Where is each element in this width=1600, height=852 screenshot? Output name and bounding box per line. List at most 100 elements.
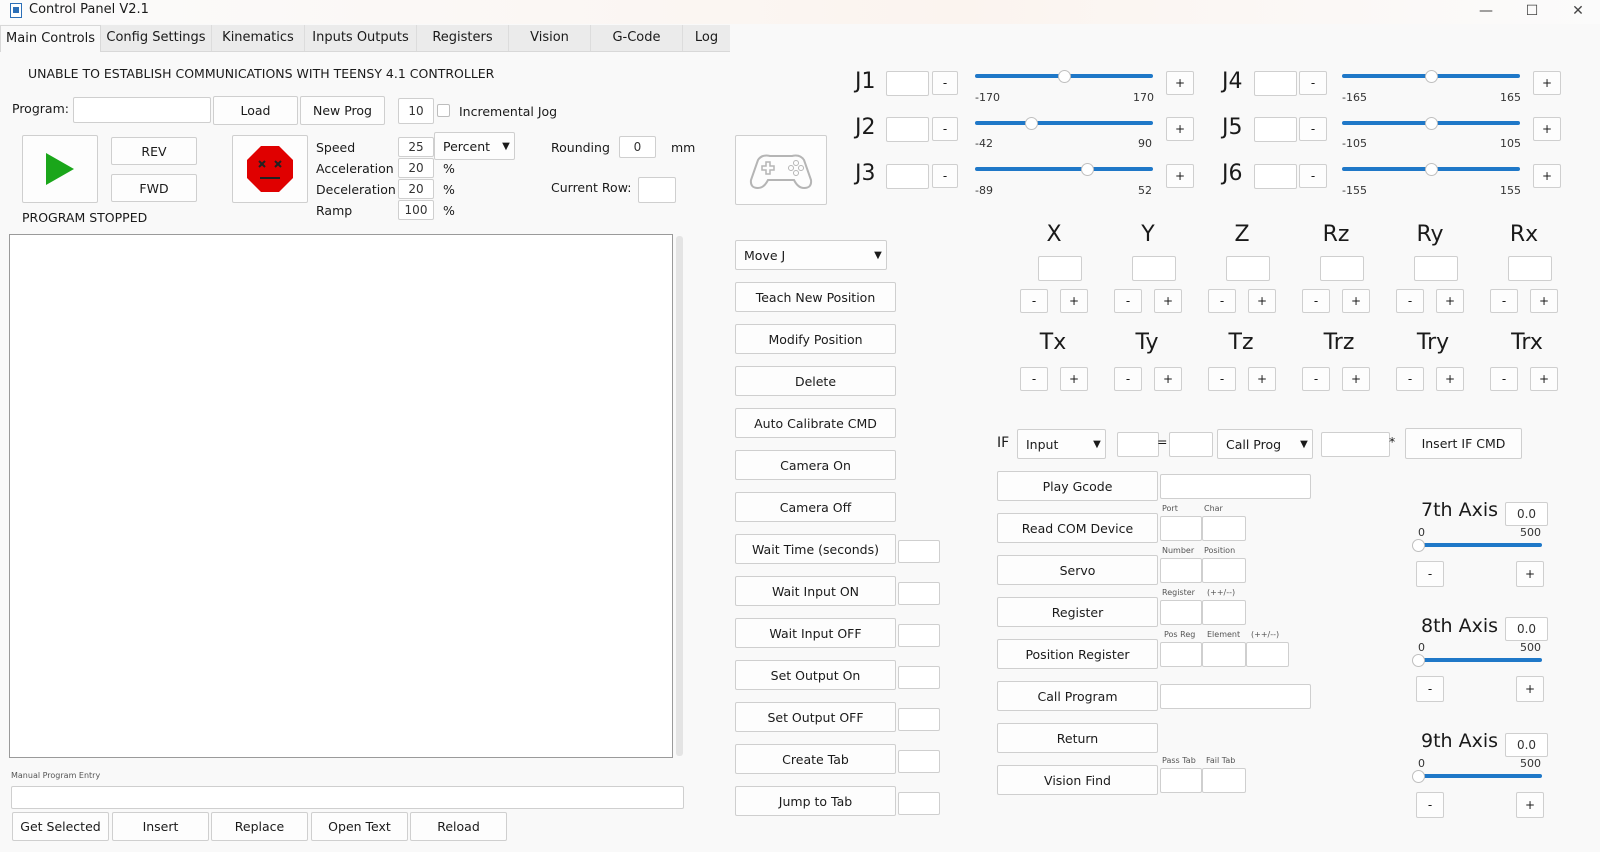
try-plus-button[interactable]: + — [1436, 367, 1464, 391]
program-scrollbar[interactable] — [676, 236, 683, 756]
axis9-plus-button[interactable]: + — [1516, 792, 1544, 818]
camera-off-button[interactable]: Camera Off — [735, 492, 896, 522]
axis7-value-input[interactable]: 0.0 — [1505, 502, 1548, 526]
x-plus-button[interactable]: + — [1060, 289, 1088, 313]
j4-angle-input[interactable] — [1254, 71, 1297, 96]
modify-position-button[interactable]: Modify Position — [735, 324, 896, 354]
j3-minus-button[interactable]: - — [932, 164, 958, 188]
axis7-minus-button[interactable]: - — [1416, 561, 1444, 587]
j4-slider-thumb[interactable] — [1424, 70, 1438, 83]
gamepad-button[interactable] — [735, 135, 827, 205]
axis7-slider[interactable] — [1418, 543, 1542, 547]
position-register-button[interactable]: Position Register — [997, 639, 1158, 669]
read-com-char-input[interactable] — [1202, 516, 1246, 541]
incremental-jog-checkbox[interactable] — [437, 104, 450, 117]
tz-plus-button[interactable]: + — [1248, 367, 1276, 391]
current-row-input[interactable] — [638, 177, 676, 203]
camera-on-button[interactable]: Camera On — [735, 450, 896, 480]
j4-plus-button[interactable]: + — [1533, 71, 1561, 95]
set-output-off-button[interactable]: Set Output OFF — [735, 702, 896, 732]
axis8-minus-button[interactable]: - — [1416, 676, 1444, 702]
register-number-input[interactable] — [1160, 600, 1202, 625]
j1-plus-button[interactable]: + — [1166, 71, 1194, 95]
tab-kinematics[interactable]: Kinematics — [212, 25, 305, 51]
servo-number-input[interactable] — [1160, 558, 1202, 583]
servo-button[interactable]: Servo — [997, 555, 1158, 585]
z-minus-button[interactable]: - — [1208, 289, 1236, 313]
ty-minus-button[interactable]: - — [1114, 367, 1142, 391]
replace-button[interactable]: Replace — [211, 812, 308, 841]
if-input-number[interactable] — [1117, 432, 1159, 457]
axis9-value-input[interactable]: 0.0 — [1505, 733, 1548, 757]
play-gcode-input[interactable] — [1160, 474, 1311, 499]
get-selected-button[interactable]: Get Selected — [12, 812, 109, 841]
j6-angle-input[interactable] — [1254, 164, 1297, 189]
j3-angle-input[interactable] — [886, 164, 929, 189]
j2-angle-input[interactable] — [886, 117, 929, 142]
insert-if-cmd-button[interactable]: Insert IF CMD — [1405, 428, 1522, 459]
j2-plus-button[interactable]: + — [1166, 117, 1194, 141]
manual-entry-input[interactable] — [11, 786, 684, 809]
j3-plus-button[interactable]: + — [1166, 164, 1194, 188]
insert-button[interactable]: Insert — [112, 812, 209, 841]
wait-input-on-field[interactable] — [898, 582, 940, 605]
if-target-input[interactable] — [1321, 432, 1390, 457]
create-tab-button[interactable]: Create Tab — [735, 744, 896, 774]
j1-slider-thumb[interactable] — [1057, 70, 1071, 83]
call-program-button[interactable]: Call Program — [997, 681, 1158, 711]
load-button[interactable]: Load — [213, 96, 298, 125]
axis8-plus-button[interactable]: + — [1516, 676, 1544, 702]
rz-minus-button[interactable]: - — [1302, 289, 1330, 313]
j6-minus-button[interactable]: - — [1299, 164, 1327, 188]
play-button[interactable] — [22, 135, 98, 203]
wait-input-on-button[interactable]: Wait Input ON — [735, 576, 896, 606]
pos-reg-element-input[interactable] — [1202, 642, 1246, 667]
j2-minus-button[interactable]: - — [932, 117, 958, 141]
axis9-minus-button[interactable]: - — [1416, 792, 1444, 818]
speed-unit-select[interactable]: Percent ▼ — [434, 132, 515, 160]
tab-config-settings[interactable]: Config Settings — [101, 25, 212, 51]
if-source-select[interactable]: Input ▼ — [1017, 429, 1106, 459]
rz-plus-button[interactable]: + — [1342, 289, 1370, 313]
teach-new-position-button[interactable]: Teach New Position — [735, 282, 896, 312]
wait-input-off-field[interactable] — [898, 624, 940, 647]
tab-log[interactable]: Log — [683, 25, 730, 51]
ramp-input[interactable]: 100 — [398, 200, 434, 220]
rounding-input[interactable]: 0 — [619, 136, 656, 158]
acceleration-input[interactable]: 20 — [398, 158, 434, 178]
fwd-button[interactable]: FWD — [111, 174, 197, 202]
axis7-plus-button[interactable]: + — [1516, 561, 1544, 587]
axis7-slider-thumb[interactable] — [1411, 539, 1425, 552]
j5-plus-button[interactable]: + — [1533, 117, 1561, 141]
stop-button[interactable] — [232, 135, 308, 203]
deceleration-input[interactable]: 20 — [398, 179, 434, 199]
wait-time-input[interactable] — [898, 540, 940, 563]
program-input[interactable] — [73, 97, 211, 123]
register-button[interactable]: Register — [997, 597, 1158, 627]
jog-increment-input[interactable]: 10 — [398, 98, 434, 124]
y-value-input[interactable] — [1132, 256, 1176, 281]
j2-slider-thumb[interactable] — [1025, 117, 1039, 130]
delete-button[interactable]: Delete — [735, 366, 896, 396]
create-tab-field[interactable] — [898, 750, 940, 773]
set-output-on-button[interactable]: Set Output On — [735, 660, 896, 690]
tab-inputs-outputs[interactable]: Inputs Outputs — [305, 25, 417, 51]
return-button[interactable]: Return — [997, 723, 1158, 753]
try-minus-button[interactable]: - — [1396, 367, 1424, 391]
trz-minus-button[interactable]: - — [1302, 367, 1330, 391]
axis8-slider-thumb[interactable] — [1411, 654, 1425, 667]
tab-g-code[interactable]: G-Code — [591, 25, 683, 51]
rz-value-input[interactable] — [1320, 256, 1364, 281]
move-type-select[interactable]: Move J ▼ — [735, 240, 887, 270]
vision-find-button[interactable]: Vision Find — [997, 765, 1158, 795]
trx-plus-button[interactable]: + — [1530, 367, 1558, 391]
x-value-input[interactable] — [1038, 256, 1082, 281]
j3-slider-thumb[interactable] — [1080, 163, 1094, 176]
tz-minus-button[interactable]: - — [1208, 367, 1236, 391]
trz-plus-button[interactable]: + — [1342, 367, 1370, 391]
j1-minus-button[interactable]: - — [932, 71, 958, 95]
axis9-slider-thumb[interactable] — [1411, 770, 1425, 783]
play-gcode-button[interactable]: Play Gcode — [997, 471, 1158, 501]
auto-calibrate-button[interactable]: Auto Calibrate CMD — [735, 408, 896, 438]
read-com-device-button[interactable]: Read COM Device — [997, 513, 1158, 543]
